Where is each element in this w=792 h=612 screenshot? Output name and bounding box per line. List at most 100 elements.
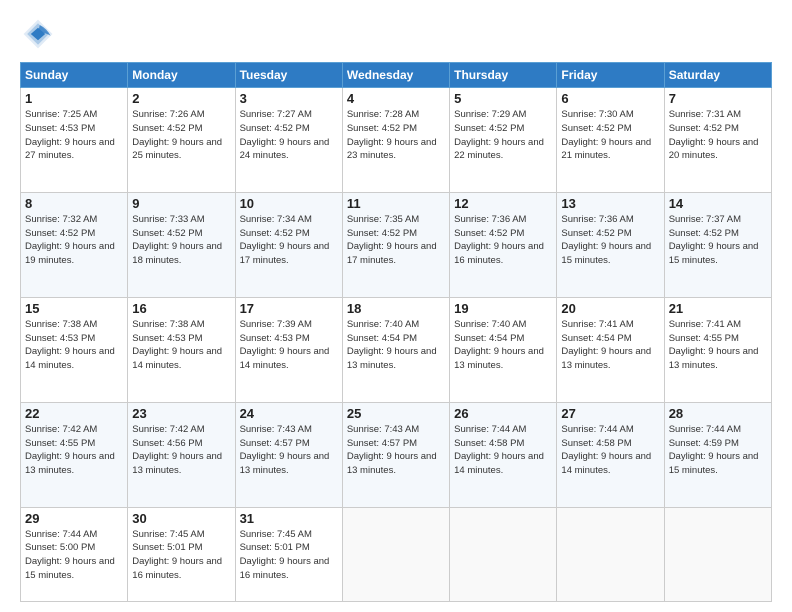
logo-icon xyxy=(20,16,56,52)
calendar-day-26: 26 Sunrise: 7:44 AM Sunset: 4:58 PM Dayl… xyxy=(450,402,557,507)
calendar-day-29: 29 Sunrise: 7:44 AM Sunset: 5:00 PM Dayl… xyxy=(21,507,128,601)
day-number: 30 xyxy=(132,511,230,526)
calendar-day-14: 14 Sunrise: 7:37 AM Sunset: 4:52 PM Dayl… xyxy=(664,192,771,297)
day-info: Sunrise: 7:26 AM Sunset: 4:52 PM Dayligh… xyxy=(132,108,230,163)
day-info: Sunrise: 7:43 AM Sunset: 4:57 PM Dayligh… xyxy=(347,423,445,478)
day-info: Sunrise: 7:40 AM Sunset: 4:54 PM Dayligh… xyxy=(454,318,552,373)
day-info: Sunrise: 7:34 AM Sunset: 4:52 PM Dayligh… xyxy=(240,213,338,268)
calendar-day-11: 11 Sunrise: 7:35 AM Sunset: 4:52 PM Dayl… xyxy=(342,192,449,297)
day-number: 13 xyxy=(561,196,659,211)
calendar-day-9: 9 Sunrise: 7:33 AM Sunset: 4:52 PM Dayli… xyxy=(128,192,235,297)
day-info: Sunrise: 7:39 AM Sunset: 4:53 PM Dayligh… xyxy=(240,318,338,373)
calendar-day-22: 22 Sunrise: 7:42 AM Sunset: 4:55 PM Dayl… xyxy=(21,402,128,507)
calendar-day-1: 1 Sunrise: 7:25 AM Sunset: 4:53 PM Dayli… xyxy=(21,88,128,193)
calendar-day-17: 17 Sunrise: 7:39 AM Sunset: 4:53 PM Dayl… xyxy=(235,297,342,402)
calendar-day-8: 8 Sunrise: 7:32 AM Sunset: 4:52 PM Dayli… xyxy=(21,192,128,297)
day-number: 22 xyxy=(25,406,123,421)
calendar-day-2: 2 Sunrise: 7:26 AM Sunset: 4:52 PM Dayli… xyxy=(128,88,235,193)
calendar-header-row: SundayMondayTuesdayWednesdayThursdayFrid… xyxy=(21,63,772,88)
empty-cell xyxy=(664,507,771,601)
day-info: Sunrise: 7:45 AM Sunset: 5:01 PM Dayligh… xyxy=(132,528,230,583)
day-info: Sunrise: 7:25 AM Sunset: 4:53 PM Dayligh… xyxy=(25,108,123,163)
day-number: 16 xyxy=(132,301,230,316)
day-info: Sunrise: 7:41 AM Sunset: 4:54 PM Dayligh… xyxy=(561,318,659,373)
calendar-day-30: 30 Sunrise: 7:45 AM Sunset: 5:01 PM Dayl… xyxy=(128,507,235,601)
header-monday: Monday xyxy=(128,63,235,88)
calendar-day-5: 5 Sunrise: 7:29 AM Sunset: 4:52 PM Dayli… xyxy=(450,88,557,193)
day-info: Sunrise: 7:45 AM Sunset: 5:01 PM Dayligh… xyxy=(240,528,338,583)
day-info: Sunrise: 7:40 AM Sunset: 4:54 PM Dayligh… xyxy=(347,318,445,373)
calendar-day-21: 21 Sunrise: 7:41 AM Sunset: 4:55 PM Dayl… xyxy=(664,297,771,402)
day-info: Sunrise: 7:44 AM Sunset: 4:59 PM Dayligh… xyxy=(669,423,767,478)
day-number: 17 xyxy=(240,301,338,316)
day-info: Sunrise: 7:33 AM Sunset: 4:52 PM Dayligh… xyxy=(132,213,230,268)
day-info: Sunrise: 7:32 AM Sunset: 4:52 PM Dayligh… xyxy=(25,213,123,268)
day-info: Sunrise: 7:38 AM Sunset: 4:53 PM Dayligh… xyxy=(25,318,123,373)
header-thursday: Thursday xyxy=(450,63,557,88)
day-info: Sunrise: 7:29 AM Sunset: 4:52 PM Dayligh… xyxy=(454,108,552,163)
day-info: Sunrise: 7:42 AM Sunset: 4:56 PM Dayligh… xyxy=(132,423,230,478)
day-number: 19 xyxy=(454,301,552,316)
day-number: 1 xyxy=(25,91,123,106)
day-number: 20 xyxy=(561,301,659,316)
calendar-day-27: 27 Sunrise: 7:44 AM Sunset: 4:58 PM Dayl… xyxy=(557,402,664,507)
header-sunday: Sunday xyxy=(21,63,128,88)
empty-cell xyxy=(557,507,664,601)
calendar-day-15: 15 Sunrise: 7:38 AM Sunset: 4:53 PM Dayl… xyxy=(21,297,128,402)
day-number: 3 xyxy=(240,91,338,106)
header-saturday: Saturday xyxy=(664,63,771,88)
day-info: Sunrise: 7:30 AM Sunset: 4:52 PM Dayligh… xyxy=(561,108,659,163)
day-number: 27 xyxy=(561,406,659,421)
calendar-day-16: 16 Sunrise: 7:38 AM Sunset: 4:53 PM Dayl… xyxy=(128,297,235,402)
calendar-day-28: 28 Sunrise: 7:44 AM Sunset: 4:59 PM Dayl… xyxy=(664,402,771,507)
day-info: Sunrise: 7:44 AM Sunset: 4:58 PM Dayligh… xyxy=(454,423,552,478)
empty-cell xyxy=(450,507,557,601)
header-tuesday: Tuesday xyxy=(235,63,342,88)
day-number: 26 xyxy=(454,406,552,421)
calendar-day-23: 23 Sunrise: 7:42 AM Sunset: 4:56 PM Dayl… xyxy=(128,402,235,507)
day-info: Sunrise: 7:36 AM Sunset: 4:52 PM Dayligh… xyxy=(454,213,552,268)
day-info: Sunrise: 7:27 AM Sunset: 4:52 PM Dayligh… xyxy=(240,108,338,163)
day-info: Sunrise: 7:38 AM Sunset: 4:53 PM Dayligh… xyxy=(132,318,230,373)
calendar-day-31: 31 Sunrise: 7:45 AM Sunset: 5:01 PM Dayl… xyxy=(235,507,342,601)
calendar-week-1: 1 Sunrise: 7:25 AM Sunset: 4:53 PM Dayli… xyxy=(21,88,772,193)
calendar-day-19: 19 Sunrise: 7:40 AM Sunset: 4:54 PM Dayl… xyxy=(450,297,557,402)
calendar-day-25: 25 Sunrise: 7:43 AM Sunset: 4:57 PM Dayl… xyxy=(342,402,449,507)
day-info: Sunrise: 7:37 AM Sunset: 4:52 PM Dayligh… xyxy=(669,213,767,268)
calendar-day-12: 12 Sunrise: 7:36 AM Sunset: 4:52 PM Dayl… xyxy=(450,192,557,297)
day-number: 4 xyxy=(347,91,445,106)
calendar-week-3: 15 Sunrise: 7:38 AM Sunset: 4:53 PM Dayl… xyxy=(21,297,772,402)
calendar-day-7: 7 Sunrise: 7:31 AM Sunset: 4:52 PM Dayli… xyxy=(664,88,771,193)
calendar-day-3: 3 Sunrise: 7:27 AM Sunset: 4:52 PM Dayli… xyxy=(235,88,342,193)
calendar: SundayMondayTuesdayWednesdayThursdayFrid… xyxy=(20,62,772,602)
day-info: Sunrise: 7:43 AM Sunset: 4:57 PM Dayligh… xyxy=(240,423,338,478)
day-number: 12 xyxy=(454,196,552,211)
day-number: 14 xyxy=(669,196,767,211)
day-number: 24 xyxy=(240,406,338,421)
day-number: 8 xyxy=(25,196,123,211)
day-number: 29 xyxy=(25,511,123,526)
calendar-week-2: 8 Sunrise: 7:32 AM Sunset: 4:52 PM Dayli… xyxy=(21,192,772,297)
page: SundayMondayTuesdayWednesdayThursdayFrid… xyxy=(0,0,792,612)
day-number: 23 xyxy=(132,406,230,421)
day-number: 28 xyxy=(669,406,767,421)
day-number: 6 xyxy=(561,91,659,106)
day-info: Sunrise: 7:44 AM Sunset: 4:58 PM Dayligh… xyxy=(561,423,659,478)
calendar-day-18: 18 Sunrise: 7:40 AM Sunset: 4:54 PM Dayl… xyxy=(342,297,449,402)
day-number: 11 xyxy=(347,196,445,211)
calendar-day-4: 4 Sunrise: 7:28 AM Sunset: 4:52 PM Dayli… xyxy=(342,88,449,193)
day-number: 18 xyxy=(347,301,445,316)
calendar-day-20: 20 Sunrise: 7:41 AM Sunset: 4:54 PM Dayl… xyxy=(557,297,664,402)
day-number: 10 xyxy=(240,196,338,211)
day-info: Sunrise: 7:36 AM Sunset: 4:52 PM Dayligh… xyxy=(561,213,659,268)
day-number: 15 xyxy=(25,301,123,316)
day-info: Sunrise: 7:42 AM Sunset: 4:55 PM Dayligh… xyxy=(25,423,123,478)
day-number: 5 xyxy=(454,91,552,106)
day-number: 2 xyxy=(132,91,230,106)
calendar-day-13: 13 Sunrise: 7:36 AM Sunset: 4:52 PM Dayl… xyxy=(557,192,664,297)
day-info: Sunrise: 7:31 AM Sunset: 4:52 PM Dayligh… xyxy=(669,108,767,163)
day-info: Sunrise: 7:28 AM Sunset: 4:52 PM Dayligh… xyxy=(347,108,445,163)
empty-cell xyxy=(342,507,449,601)
day-number: 9 xyxy=(132,196,230,211)
day-info: Sunrise: 7:41 AM Sunset: 4:55 PM Dayligh… xyxy=(669,318,767,373)
